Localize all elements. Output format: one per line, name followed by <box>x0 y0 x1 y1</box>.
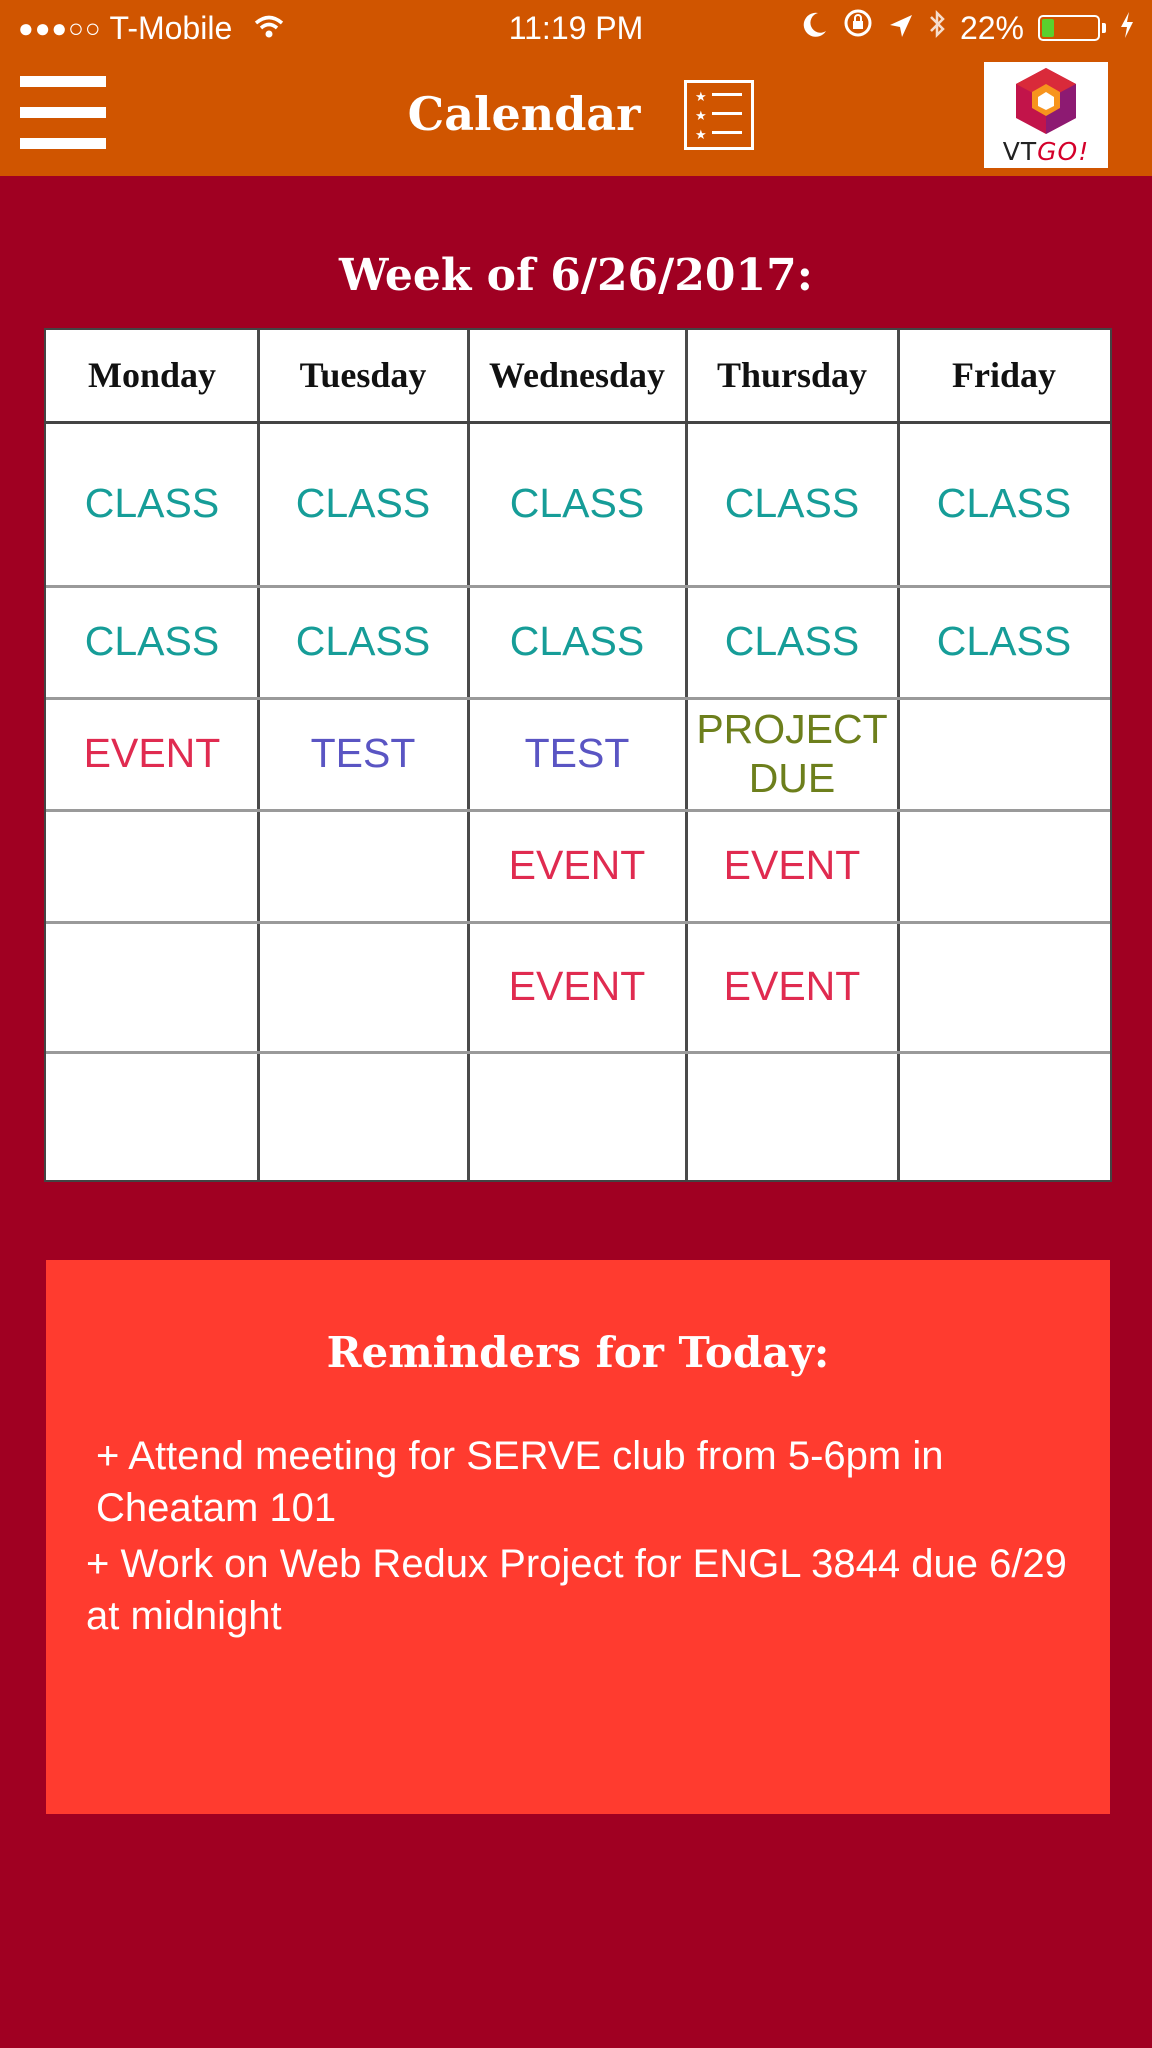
calendar-entry-project-due[interactable]: PROJECT DUE <box>686 698 898 810</box>
bluetooth-icon <box>928 0 946 56</box>
calendar-entry-class[interactable]: CLASS <box>46 586 258 698</box>
calendar-entry-class[interactable]: CLASS <box>898 586 1110 698</box>
page-title: Calendar <box>0 86 1152 142</box>
reminder-item: + Attend meeting for SERVE club from 5-6… <box>96 1434 944 1530</box>
calendar-entry-class[interactable]: CLASS <box>686 586 898 698</box>
calendar-entry-test[interactable]: TEST <box>468 698 686 810</box>
reminders-panel: Reminders for Today: + Attend meeting fo… <box>46 1260 1110 1814</box>
calendar-entry-class[interactable]: CLASS <box>686 422 898 586</box>
calendar-cell-empty <box>898 810 1110 922</box>
svg-text:★: ★ <box>695 109 707 124</box>
battery-icon <box>1038 15 1100 41</box>
calendar-entry-class[interactable]: CLASS <box>468 586 686 698</box>
logo-text-go: GO! <box>1037 137 1090 166</box>
calendar-entry-event[interactable]: EVENT <box>468 810 686 922</box>
calendar-entry-event[interactable]: EVENT <box>686 810 898 922</box>
calendar-entry-event[interactable]: EVENT <box>686 922 898 1052</box>
calendar-entry-class[interactable]: CLASS <box>258 586 468 698</box>
calendar-cell-empty <box>46 922 258 1052</box>
logo-text: VTGO! <box>984 137 1108 166</box>
calendar-cell-empty <box>898 1052 1110 1180</box>
logo-text-vt: VT <box>1002 137 1038 166</box>
day-header-tuesday: Tuesday <box>299 355 427 396</box>
svg-text:★: ★ <box>695 128 707 143</box>
svg-text:★: ★ <box>695 90 707 105</box>
calendar-entry-class[interactable]: CLASS <box>46 422 258 586</box>
status-bar: ●●●○○ T-Mobile 11:19 PM 22% <box>0 0 1152 56</box>
calendar-cell-empty <box>46 810 258 922</box>
nav-bar: Calendar ★ ★ ★ VTGO! <box>0 56 1152 176</box>
day-header-monday: Monday <box>87 355 217 396</box>
rotation-lock-icon <box>842 0 874 56</box>
battery-level <box>1042 19 1054 37</box>
day-header-thursday: Thursday <box>716 355 868 396</box>
calendar-cell-empty <box>468 1052 686 1180</box>
calendar-cell-empty <box>258 1052 468 1180</box>
calendar-entry-event[interactable]: EVENT <box>468 922 686 1052</box>
calendar-cell-empty <box>258 922 468 1052</box>
location-arrow-icon <box>888 0 914 56</box>
top-bar: ●●●○○ T-Mobile 11:19 PM 22% Calendar ★ ★… <box>0 0 1152 176</box>
calendar-entry-class[interactable]: CLASS <box>258 422 468 586</box>
calendar-entry-test[interactable]: TEST <box>258 698 468 810</box>
week-title: Week of 6/26/2017: <box>339 250 813 301</box>
reminder-item: + Work on Web Redux Project for ENGL 384… <box>86 1542 1067 1638</box>
calendar-cell-empty <box>46 1052 258 1180</box>
list-view-icon[interactable]: ★ ★ ★ <box>684 80 754 150</box>
battery-tip <box>1102 23 1106 33</box>
vtgo-logo[interactable]: VTGO! <box>984 62 1108 168</box>
calendar-entry-event[interactable]: EVENT <box>46 698 258 810</box>
moon-icon <box>802 0 828 56</box>
day-header-wednesday: Wednesday <box>488 355 666 396</box>
page-title-text: Calendar <box>407 87 641 141</box>
battery-percent: 22% <box>959 10 1024 46</box>
calendar-entry-class[interactable]: CLASS <box>898 422 1110 586</box>
calendar-cell-empty <box>898 698 1110 810</box>
calendar-cell-empty <box>686 1052 898 1180</box>
day-header-friday: Friday <box>952 355 1056 396</box>
reminders-title: Reminders for Today: <box>326 1328 830 1377</box>
charging-bolt-icon <box>1120 0 1134 56</box>
calendar-cell-empty <box>258 810 468 922</box>
weekly-calendar-grid: Monday Tuesday Wednesday Thursday Friday CLAS… <box>44 328 1112 1182</box>
calendar-cell-empty <box>898 922 1110 1052</box>
calendar-entry-class[interactable]: CLASS <box>468 422 686 586</box>
